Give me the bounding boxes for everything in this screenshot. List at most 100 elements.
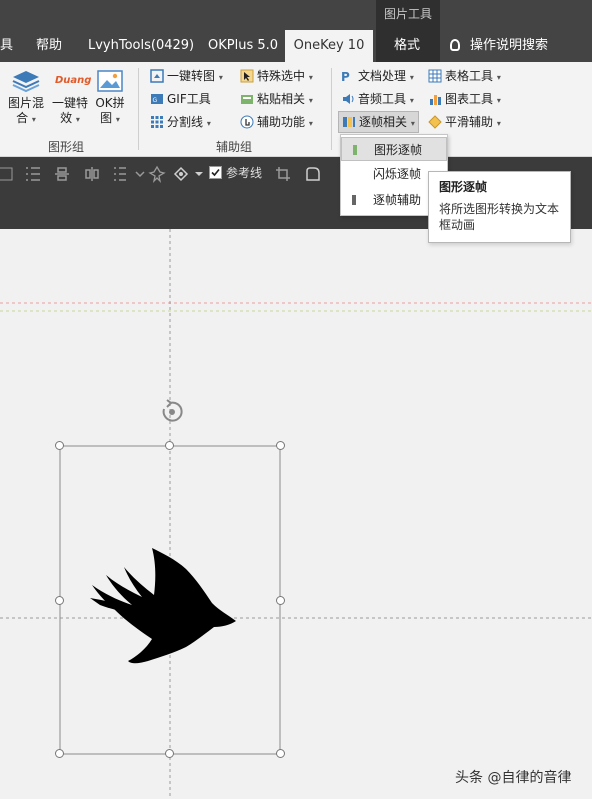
ok-collage-button[interactable]: OK拼 图 ▾ bbox=[92, 68, 128, 127]
resize-handle-left[interactable] bbox=[55, 596, 64, 605]
chart-tool-button[interactable]: 图表工具 ▾ bbox=[428, 89, 501, 109]
chart-tool-label: 图表工具 bbox=[445, 92, 494, 106]
tab-okplus[interactable]: OKPlus 5.0 bbox=[208, 30, 278, 62]
paste-related-button[interactable]: 粘贴相关 ▾ bbox=[240, 89, 313, 109]
svg-text:P: P bbox=[341, 70, 350, 83]
paste-related-label: 粘贴相关 bbox=[257, 92, 306, 106]
special-select-button[interactable]: 特殊选中 ▾ bbox=[240, 66, 313, 86]
chevron-down-icon[interactable] bbox=[131, 165, 149, 183]
tooltip-title: 图形逐帧 bbox=[439, 180, 488, 194]
menu-item-label: 图形逐帧 bbox=[374, 143, 423, 157]
image-blend-label-1: 图片混 bbox=[7, 96, 44, 110]
image-blend-button[interactable]: 图片混 合 ▾ bbox=[6, 68, 46, 127]
menu-item-label: 逐帧辅助 bbox=[373, 193, 422, 207]
layers-icon bbox=[11, 68, 41, 94]
resize-handle-bottom-left[interactable] bbox=[55, 749, 64, 758]
menu-item-label: 闪烁逐帧 bbox=[373, 167, 422, 181]
tab-onekey[interactable]: OneKey 10 bbox=[285, 30, 373, 62]
divider-line-label: 分割线 bbox=[167, 115, 204, 129]
menu-item-shape-frames[interactable]: 图形逐帧 bbox=[341, 137, 447, 161]
tab-help[interactable]: 帮助 bbox=[36, 30, 62, 62]
shape-outline-icon[interactable] bbox=[304, 165, 322, 183]
tooltip: 图形逐帧 将所选图形转换为文本 框动画 bbox=[428, 171, 571, 243]
gif-tool-label: GIF工具 bbox=[167, 92, 211, 106]
resize-handle-top[interactable] bbox=[165, 441, 174, 450]
chevron-down-icon: ▾ bbox=[308, 119, 313, 128]
tab-tools[interactable]: 具 bbox=[0, 30, 13, 62]
resize-handle-bottom-right[interactable] bbox=[276, 749, 285, 758]
lightbulb-icon bbox=[450, 39, 460, 51]
watermark: 头条 @自律的音律 bbox=[455, 770, 572, 786]
distribute-icon[interactable] bbox=[112, 165, 130, 183]
align-center-icon[interactable] bbox=[83, 165, 101, 183]
table-tool-button[interactable]: 表格工具 ▾ bbox=[428, 66, 501, 86]
title-bar bbox=[0, 0, 592, 30]
swallow-silhouette bbox=[90, 548, 236, 664]
align-top-icon[interactable] bbox=[53, 165, 71, 183]
chevron-down-icon: ▾ bbox=[218, 73, 223, 82]
resize-handle-top-right[interactable] bbox=[276, 441, 285, 450]
context-tab-title: 图片工具 bbox=[383, 7, 432, 21]
document-icon: P bbox=[341, 69, 355, 84]
chevron-down-icon: ▾ bbox=[31, 115, 36, 124]
chevron-down-icon: ▾ bbox=[496, 96, 501, 105]
resize-handle-bottom[interactable] bbox=[165, 749, 174, 758]
frame-by-frame-label: 逐帧相关 bbox=[359, 115, 408, 129]
chevron-down-icon: ▾ bbox=[308, 73, 313, 82]
pin-icon[interactable] bbox=[148, 165, 166, 183]
one-click-effect-button[interactable]: Duang 一键特 效 ▾ bbox=[50, 68, 92, 127]
checkbox-icon[interactable] bbox=[0, 165, 18, 183]
smooth-assist-label: 平滑辅助 bbox=[445, 115, 494, 129]
guides-checkbox-label: 参考线 bbox=[226, 166, 263, 180]
one-click-to-image-button[interactable]: 一键转图 ▾ bbox=[150, 66, 223, 86]
duang-icon: Duang bbox=[55, 75, 92, 86]
frame-by-frame-button[interactable]: 逐帧相关 ▾ bbox=[338, 111, 419, 133]
bar-chart-icon bbox=[428, 92, 442, 106]
one-click-to-image-label: 一键转图 bbox=[167, 69, 216, 83]
assist-function-button[interactable]: 辅助功能 ▾ bbox=[240, 112, 313, 132]
chevron-down-icon: ▾ bbox=[496, 119, 501, 128]
special-select-label: 特殊选中 bbox=[257, 69, 306, 83]
table-tool-label: 表格工具 bbox=[445, 69, 494, 83]
shape-tag-icon[interactable] bbox=[172, 165, 190, 183]
guides-checkbox[interactable] bbox=[209, 166, 222, 179]
tab-lvyhtools[interactable]: LvyhTools(0429) bbox=[88, 30, 194, 62]
canvas-drawing bbox=[0, 229, 592, 799]
tooltip-description-2: 框动画 bbox=[439, 218, 476, 232]
resize-handle-top-left[interactable] bbox=[55, 441, 64, 450]
group-separator bbox=[138, 68, 139, 150]
audio-tool-label: 音频工具 bbox=[358, 92, 407, 106]
frames-icon bbox=[353, 145, 357, 155]
tab-format[interactable]: 格式 bbox=[394, 30, 420, 62]
tooltip-description-1: 将所选图形转换为文本 bbox=[439, 202, 560, 216]
image-icon bbox=[95, 68, 125, 94]
chevron-down-icon: ▾ bbox=[496, 73, 501, 82]
gif-icon: G bbox=[150, 92, 164, 106]
collage-label-2: 图 bbox=[100, 111, 113, 125]
document-processing-button[interactable]: P 文档处理 ▾ bbox=[341, 66, 414, 86]
resize-handle-right[interactable] bbox=[276, 596, 285, 605]
divider-line-button[interactable]: 分割线 ▾ bbox=[150, 112, 211, 132]
image-blend-label-2: 合 bbox=[16, 111, 29, 125]
gif-tool-button[interactable]: G GIF工具 bbox=[150, 89, 211, 109]
tell-me-search[interactable]: 操作说明搜索 bbox=[450, 30, 548, 62]
table-icon bbox=[428, 69, 442, 83]
document-processing-label: 文档处理 bbox=[358, 69, 407, 83]
crop-icon[interactable] bbox=[274, 165, 292, 183]
chevron-down-icon: ▾ bbox=[206, 119, 211, 128]
svg-text:G: G bbox=[153, 97, 158, 104]
select-cursor-icon bbox=[240, 69, 254, 83]
film-frames-icon bbox=[342, 115, 356, 129]
slide-canvas[interactable] bbox=[0, 229, 592, 799]
speaker-icon bbox=[341, 92, 355, 106]
chevron-down-icon: ▾ bbox=[410, 119, 415, 128]
chevron-down-icon[interactable] bbox=[190, 165, 208, 183]
audio-tool-button[interactable]: 音频工具 ▾ bbox=[341, 89, 414, 109]
chevron-down-icon: ▾ bbox=[75, 115, 80, 124]
chevron-down-icon: ▾ bbox=[308, 96, 313, 105]
rotate-handle-icon bbox=[162, 399, 183, 422]
smooth-assist-button[interactable]: 平滑辅助 ▾ bbox=[428, 112, 501, 132]
search-label: 操作说明搜索 bbox=[470, 38, 549, 53]
chevron-down-icon: ▾ bbox=[409, 96, 414, 105]
list-icon[interactable] bbox=[24, 165, 42, 183]
